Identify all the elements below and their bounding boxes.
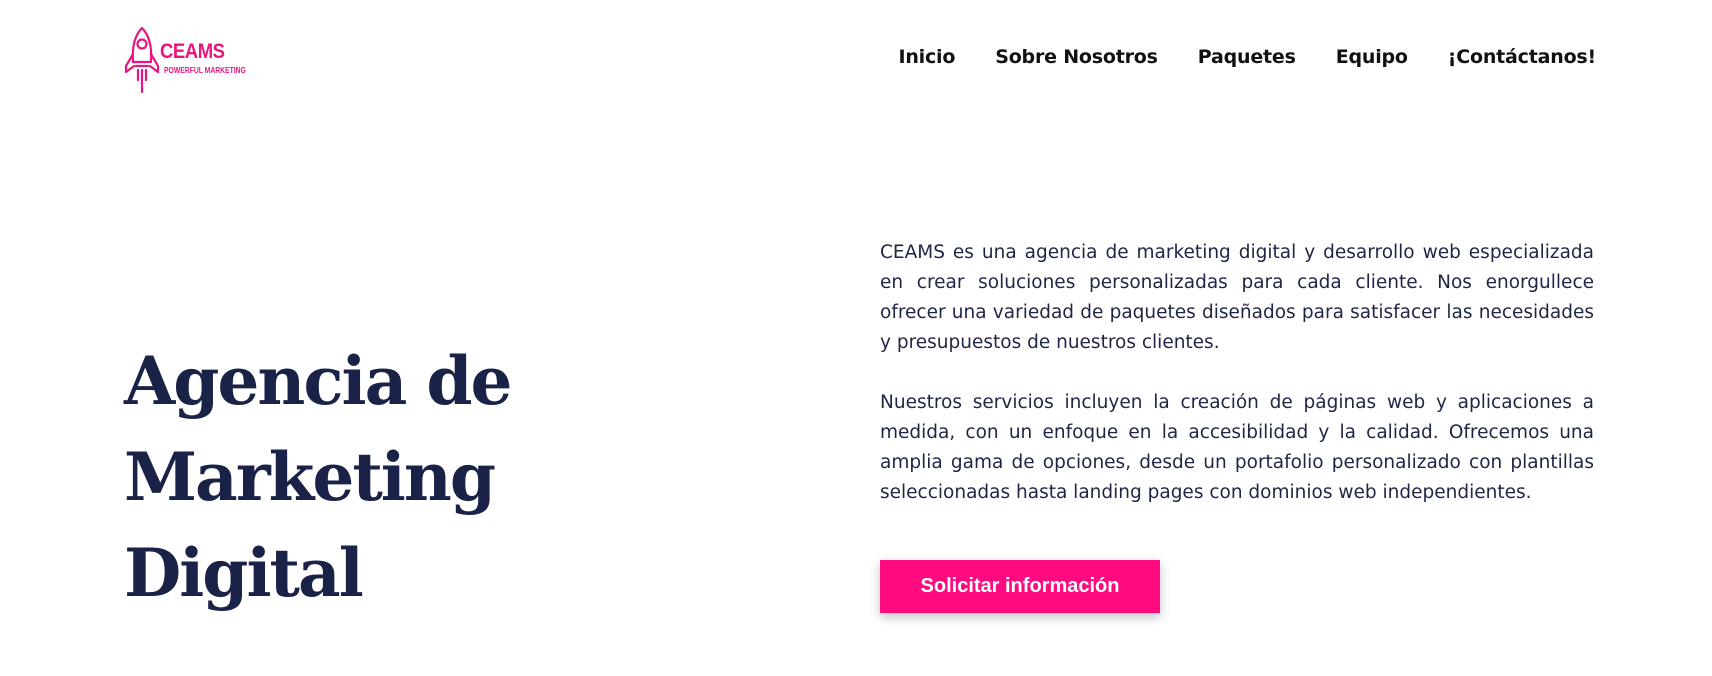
hero-paragraph-2: Nuestros servicios incluyen la creación … — [880, 392, 1594, 503]
hero-title-line-1: Agencia de Marketing — [124, 342, 512, 516]
site-header: CEAMS POWERFUL MARKETING Inicio Sobre No… — [0, 0, 1712, 120]
hero-title-line-2: Digital — [124, 534, 364, 612]
nav-item-inicio[interactable]: Inicio — [898, 46, 955, 68]
nav-item-sobre-nosotros[interactable]: Sobre Nosotros — [995, 46, 1158, 68]
hero-description: CEAMS es una agencia de marketing digita… — [880, 238, 1594, 508]
brand-logo[interactable]: CEAMS POWERFUL MARKETING — [124, 26, 254, 100]
brand-tagline: POWERFUL MARKETING — [164, 66, 246, 75]
nav-item-contactanos[interactable]: ¡Contáctanos! — [1448, 46, 1596, 68]
request-info-button[interactable]: Solicitar información — [880, 560, 1160, 613]
nav-item-paquetes[interactable]: Paquetes — [1198, 46, 1296, 68]
brand-name: CEAMS — [160, 40, 225, 63]
hero-paragraph-1: CEAMS es una agencia de marketing digita… — [880, 242, 1594, 353]
hero-title: Agencia de Marketing Digital — [124, 333, 844, 621]
main-nav: Inicio Sobre Nosotros Paquetes Equipo ¡C… — [858, 46, 1596, 68]
rocket-icon — [124, 26, 160, 94]
nav-item-equipo[interactable]: Equipo — [1336, 46, 1408, 68]
